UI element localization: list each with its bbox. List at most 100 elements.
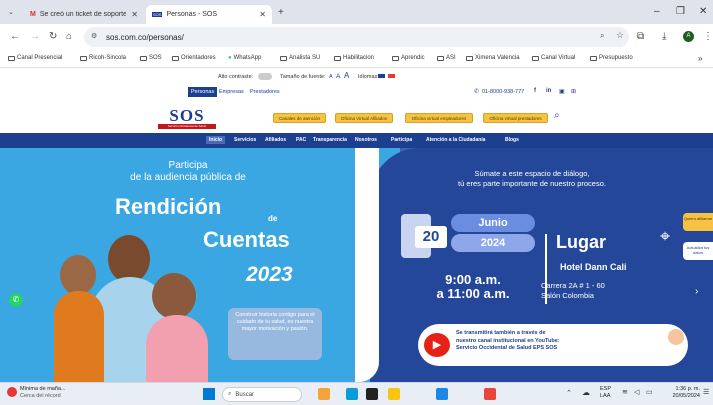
back-icon[interactable]: ← — [10, 31, 20, 42]
gmail-icon: M — [30, 11, 36, 18]
bookmark-item[interactable]: SOS — [140, 55, 162, 61]
font-large-button[interactable]: A — [344, 71, 349, 80]
menu-icon[interactable]: ⋮ — [703, 31, 713, 42]
oficina-prestadores-button[interactable]: Oficina virtual prestadores — [483, 113, 548, 123]
bookmark-item[interactable]: Habilitacion — [334, 55, 374, 61]
sumate-text: Súmate a este espacio de diálogo, tú ere… — [457, 169, 606, 188]
nav-inicio[interactable]: Inicio — [206, 136, 226, 144]
show-hidden-icon[interactable]: ⌃ — [566, 389, 572, 397]
bookmark-item[interactable]: Analista SU — [280, 55, 320, 61]
nav-pac[interactable]: PAC — [296, 137, 306, 143]
tab-sos[interactable]: SOS Personas - SOS ✕ — [146, 5, 272, 24]
font-small-button[interactable]: A — [329, 74, 333, 80]
grid-icon[interactable]: ⊞ — [571, 88, 576, 95]
tab-gmail[interactable]: M Se creó un ticket de soporte c... ✕ — [24, 5, 144, 24]
nav-servicios[interactable]: Servicios — [234, 137, 256, 143]
flag-es-icon[interactable] — [388, 74, 395, 78]
actualiza-datos-tab[interactable]: Actualiza tus datos — [683, 242, 713, 260]
canales-atencion-button[interactable]: Canales de atención — [273, 113, 326, 123]
tab-search-icon[interactable]: ⌄ — [8, 8, 14, 16]
youtube-stream-box: ▶ Se transmitirá también a través de nue… — [418, 324, 688, 366]
bookmark-item[interactable]: Aprendic — [392, 55, 425, 61]
facebook-icon[interactable]: f — [534, 88, 536, 94]
calculator-icon[interactable] — [436, 388, 448, 400]
nav-blogs[interactable]: Blogs — [505, 137, 519, 143]
taskbar-search-input[interactable]: ⌕ Buscar — [222, 387, 302, 402]
address-bar-row: ← → ↻ ⌂ ⚙ sos.com.co/personas/ ⌕ ☆ ⧉ ⤓ A… — [0, 24, 713, 50]
cuentas-title: Cuentas — [203, 227, 290, 252]
bookmark-item[interactable]: Ricoh-Sincola — [80, 55, 126, 61]
new-tab-icon[interactable]: + — [278, 7, 284, 18]
bookmark-item[interactable]: Ximena Valencia — [466, 55, 520, 61]
clock[interactable]: 1:36 p. m. 20/05/2024 — [664, 386, 700, 400]
bookmark-item[interactable]: Orientadores — [172, 55, 216, 61]
bookmark-item[interactable]: ● WhatsApp — [228, 55, 261, 61]
nav-participa[interactable]: Participa — [391, 137, 412, 143]
close-tab-icon[interactable]: ✕ — [259, 10, 266, 19]
weather-widget[interactable]: Mínima de maña... Cerca del récord — [20, 386, 66, 400]
chrome-icon[interactable] — [484, 388, 496, 400]
reload-icon[interactable]: ↻ — [49, 31, 57, 42]
carousel-next-icon[interactable]: › — [695, 286, 698, 297]
contrast-toggle[interactable] — [258, 73, 272, 80]
profile-avatar[interactable]: A — [683, 31, 694, 42]
extensions-icon[interactable]: ⧉ — [637, 31, 644, 42]
folder-icon[interactable] — [388, 388, 400, 400]
onedrive-icon[interactable]: ☁ — [582, 388, 590, 397]
accessibility-bar: Alto contraste: Tamaño de fuente: A A A … — [0, 68, 713, 84]
audience-tab-prestadores[interactable]: Prestadores — [250, 89, 280, 95]
flag-en-icon[interactable] — [378, 74, 385, 78]
folder-icon — [466, 55, 473, 61]
nav-afiliados[interactable]: Afiliados — [265, 137, 286, 143]
zoom-icon[interactable]: ⌕ — [600, 31, 604, 41]
linkedin-icon[interactable]: in — [546, 88, 551, 94]
languages-label: Idiomas: — [358, 74, 379, 80]
phone-number[interactable]: 01-8000-938-777 — [482, 89, 524, 95]
youtube-play-icon[interactable]: ▶ — [424, 333, 450, 357]
download-icon[interactable]: ⤓ — [662, 31, 666, 42]
assistant-avatar[interactable] — [668, 329, 684, 345]
weather-icon[interactable] — [7, 387, 17, 397]
sos-logo[interactable]: SOS Servicio Occidental de Salud — [158, 107, 216, 129]
restore-icon[interactable]: ❐ — [676, 6, 685, 17]
widgets-icon[interactable] — [318, 388, 330, 400]
browser-tab-bar: ⌄ M Se creó un ticket de soporte c... ✕ … — [0, 0, 713, 24]
minimize-icon[interactable]: – — [654, 6, 660, 17]
input-language[interactable]: ESP LAA — [600, 386, 611, 400]
nav-transparencia[interactable]: Transparencia — [313, 137, 347, 143]
folder-icon — [80, 55, 87, 61]
oficina-empleadores-button[interactable]: Oficina virtual empleadores — [405, 113, 473, 123]
bookmark-item[interactable]: Canal Presencial — [8, 55, 62, 61]
stream-text: Se transmitirá también a través de nuest… — [456, 330, 560, 351]
close-window-icon[interactable]: ✕ — [699, 6, 707, 17]
quiero-afiliarme-tab[interactable]: Quiero afiliarme — [683, 213, 713, 231]
bookmark-item[interactable]: ASI — [437, 55, 456, 61]
bookmark-item[interactable]: Canal Virtual — [532, 55, 575, 61]
edge-icon[interactable] — [346, 388, 358, 400]
battery-icon[interactable]: ▭ — [646, 388, 653, 396]
audience-tab-personas[interactable]: Personas — [188, 87, 218, 97]
wifi-icon[interactable]: ≋ — [622, 388, 628, 396]
folder-icon — [590, 55, 597, 61]
forward-icon[interactable]: → — [30, 31, 40, 42]
nav-atencion[interactable]: Atención a la Ciudadanía — [426, 137, 485, 143]
start-button[interactable] — [203, 388, 215, 400]
notifications-icon[interactable]: ☰ — [703, 388, 709, 396]
youtube-icon[interactable]: ▣ — [559, 88, 565, 95]
whatsapp-chat-icon[interactable]: ✆ — [9, 293, 23, 307]
year-title: 2023 — [246, 263, 293, 286]
bookmark-star-icon[interactable]: ☆ — [616, 30, 624, 41]
home-icon[interactable]: ⌂ — [66, 31, 72, 42]
url-input[interactable]: ⚙ sos.com.co/personas/ ⌕ ☆ — [84, 27, 629, 47]
file-explorer-icon[interactable] — [366, 388, 378, 400]
volume-icon[interactable]: ◁ — [634, 388, 639, 396]
font-medium-button[interactable]: A — [336, 73, 340, 80]
site-info-icon[interactable]: ⚙ — [91, 32, 97, 40]
oficina-afiliados-button[interactable]: Oficina Virtual Afiliados — [335, 113, 393, 123]
nav-nosotros[interactable]: Nosotros — [355, 137, 377, 143]
more-bookmarks-icon[interactable]: » — [698, 54, 702, 63]
bookmark-item[interactable]: Presupuesto — [590, 55, 633, 61]
close-tab-icon[interactable]: ✕ — [131, 10, 138, 19]
search-icon[interactable]: ⌕ — [554, 110, 560, 121]
audience-tab-empresas[interactable]: Empresas — [219, 89, 244, 95]
